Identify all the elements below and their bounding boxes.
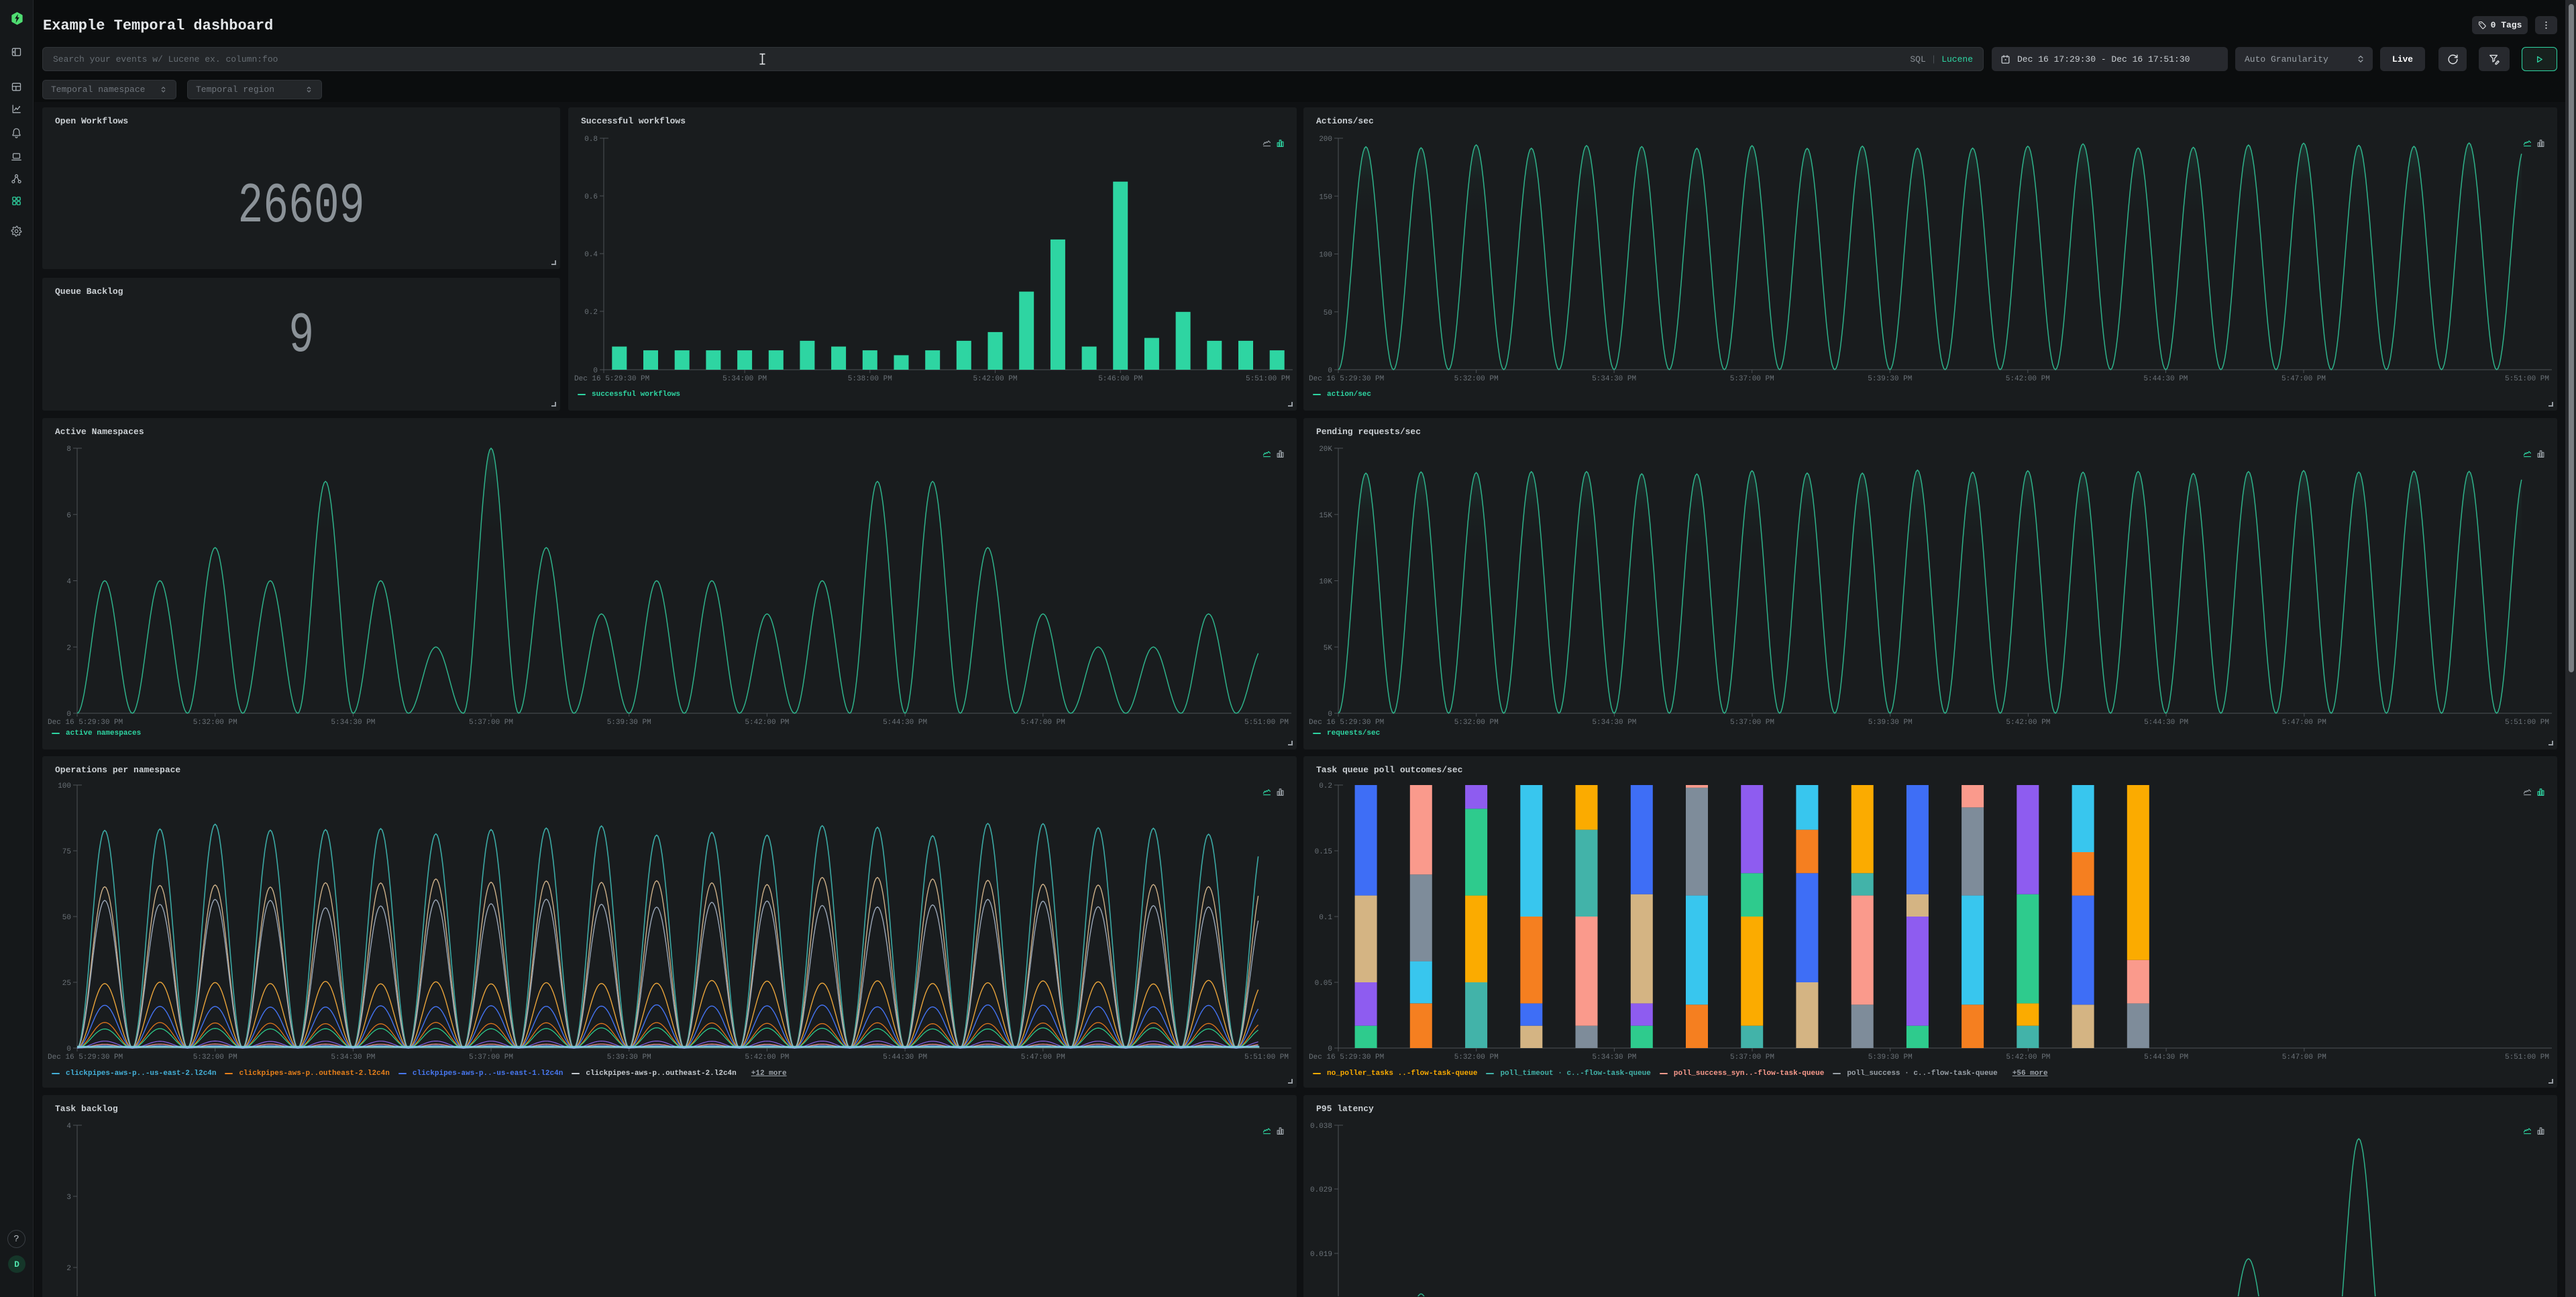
svg-text:5:51:00 PM: 5:51:00 PM <box>1244 719 1289 727</box>
svg-text:10K: 10K <box>1319 578 1332 586</box>
svg-text:50: 50 <box>62 914 71 922</box>
svg-text:5:39:30 PM: 5:39:30 PM <box>1868 375 1912 383</box>
svg-text:200: 200 <box>1319 136 1332 144</box>
svg-text:0.029: 0.029 <box>1310 1186 1332 1194</box>
svg-text:5:34:30 PM: 5:34:30 PM <box>1592 719 1636 727</box>
svg-text:5:46:00 PM: 5:46:00 PM <box>1098 375 1142 383</box>
svg-text:5:51:00 PM: 5:51:00 PM <box>2505 375 2549 383</box>
svg-text:5:44:30 PM: 5:44:30 PM <box>883 719 927 727</box>
svg-text:100: 100 <box>1319 252 1332 260</box>
svg-text:0.1: 0.1 <box>1319 914 1332 922</box>
svg-text:Dec 16 5:29:30 PM: Dec 16 5:29:30 PM <box>48 1053 123 1061</box>
svg-text:5:51:00 PM: 5:51:00 PM <box>2505 719 2549 727</box>
svg-text:5:42:00 PM: 5:42:00 PM <box>745 719 789 727</box>
svg-text:5K: 5K <box>1324 644 1333 652</box>
svg-text:5:47:00 PM: 5:47:00 PM <box>2282 1053 2326 1061</box>
svg-text:0: 0 <box>1328 711 1332 719</box>
svg-text:5:34:30 PM: 5:34:30 PM <box>1592 1053 1636 1061</box>
svg-text:0.05: 0.05 <box>1315 980 1332 988</box>
svg-text:5:32:00 PM: 5:32:00 PM <box>193 719 237 727</box>
svg-text:0.038: 0.038 <box>1310 1123 1332 1131</box>
svg-text:2: 2 <box>66 1265 71 1273</box>
svg-text:Dec 16 5:29:30 PM: Dec 16 5:29:30 PM <box>574 375 649 383</box>
svg-text:6: 6 <box>66 512 71 520</box>
svg-text:5:37:00 PM: 5:37:00 PM <box>1730 375 1774 383</box>
svg-text:0.4: 0.4 <box>584 251 598 259</box>
svg-text:5:44:30 PM: 5:44:30 PM <box>883 1053 927 1061</box>
svg-text:5:39:30 PM: 5:39:30 PM <box>1868 1053 1913 1061</box>
svg-text:4: 4 <box>66 1123 71 1131</box>
svg-text:3: 3 <box>66 1194 71 1202</box>
svg-text:5:51:00 PM: 5:51:00 PM <box>1244 1053 1289 1061</box>
svg-text:Dec 16 5:29:30 PM: Dec 16 5:29:30 PM <box>1309 1053 1384 1061</box>
svg-text:5:44:30 PM: 5:44:30 PM <box>2144 719 2188 727</box>
svg-text:100: 100 <box>58 782 71 790</box>
svg-text:5:34:30 PM: 5:34:30 PM <box>331 1053 375 1061</box>
svg-text:0: 0 <box>66 711 71 719</box>
svg-text:5:34:30 PM: 5:34:30 PM <box>1592 375 1636 383</box>
svg-text:5:51:00 PM: 5:51:00 PM <box>2505 1053 2549 1061</box>
svg-text:15K: 15K <box>1319 512 1332 520</box>
svg-text:5:37:00 PM: 5:37:00 PM <box>1730 719 1774 727</box>
svg-text:0.2: 0.2 <box>1319 782 1332 790</box>
svg-text:5:37:00 PM: 5:37:00 PM <box>469 719 513 727</box>
svg-text:5:38:00 PM: 5:38:00 PM <box>848 375 892 383</box>
svg-text:Dec 16 5:29:30 PM: Dec 16 5:29:30 PM <box>48 719 123 727</box>
svg-text:5:42:00 PM: 5:42:00 PM <box>973 375 1017 383</box>
svg-text:5:42:00 PM: 5:42:00 PM <box>2006 375 2050 383</box>
svg-text:5:39:30 PM: 5:39:30 PM <box>1868 719 1913 727</box>
svg-text:25: 25 <box>62 980 71 988</box>
svg-text:5:42:00 PM: 5:42:00 PM <box>745 1053 789 1061</box>
svg-text:5:34:00 PM: 5:34:00 PM <box>722 375 767 383</box>
svg-text:5:47:00 PM: 5:47:00 PM <box>1021 719 1065 727</box>
svg-text:5:39:30 PM: 5:39:30 PM <box>607 719 651 727</box>
svg-text:Dec 16 5:29:30 PM: Dec 16 5:29:30 PM <box>1309 719 1384 727</box>
svg-text:8: 8 <box>66 446 71 454</box>
svg-text:5:39:30 PM: 5:39:30 PM <box>607 1053 651 1061</box>
svg-text:Dec 16 5:29:30 PM: Dec 16 5:29:30 PM <box>1309 375 1384 383</box>
svg-text:5:42:00 PM: 5:42:00 PM <box>2006 719 2050 727</box>
svg-text:0: 0 <box>1328 1045 1332 1053</box>
svg-text:5:47:00 PM: 5:47:00 PM <box>1021 1053 1065 1061</box>
svg-text:5:32:00 PM: 5:32:00 PM <box>1454 1053 1499 1061</box>
svg-text:20K: 20K <box>1319 446 1332 454</box>
svg-text:0: 0 <box>66 1045 71 1053</box>
svg-text:5:42:00 PM: 5:42:00 PM <box>2006 1053 2050 1061</box>
svg-text:5:32:00 PM: 5:32:00 PM <box>1454 375 1499 383</box>
svg-text:75: 75 <box>62 848 71 856</box>
svg-text:4: 4 <box>66 578 71 586</box>
svg-text:0.15: 0.15 <box>1315 848 1332 856</box>
svg-text:5:32:00 PM: 5:32:00 PM <box>193 1053 237 1061</box>
svg-text:5:37:00 PM: 5:37:00 PM <box>1730 1053 1774 1061</box>
svg-text:0: 0 <box>1328 367 1332 375</box>
svg-text:5:37:00 PM: 5:37:00 PM <box>469 1053 513 1061</box>
svg-text:5:44:30 PM: 5:44:30 PM <box>2144 1053 2188 1061</box>
svg-text:5:32:00 PM: 5:32:00 PM <box>1454 719 1499 727</box>
svg-text:5:47:00 PM: 5:47:00 PM <box>2282 375 2326 383</box>
svg-text:0.6: 0.6 <box>584 193 598 201</box>
svg-text:0.2: 0.2 <box>584 309 598 317</box>
svg-text:150: 150 <box>1319 193 1332 201</box>
svg-text:5:44:30 PM: 5:44:30 PM <box>2143 375 2188 383</box>
svg-text:5:47:00 PM: 5:47:00 PM <box>2282 719 2326 727</box>
svg-text:2: 2 <box>66 644 71 652</box>
svg-text:5:51:00 PM: 5:51:00 PM <box>1246 375 1290 383</box>
svg-text:50: 50 <box>1324 309 1332 317</box>
svg-text:5:34:30 PM: 5:34:30 PM <box>331 719 375 727</box>
svg-text:0.8: 0.8 <box>584 136 598 144</box>
svg-text:0: 0 <box>593 367 598 375</box>
svg-text:0.019: 0.019 <box>1310 1251 1332 1259</box>
